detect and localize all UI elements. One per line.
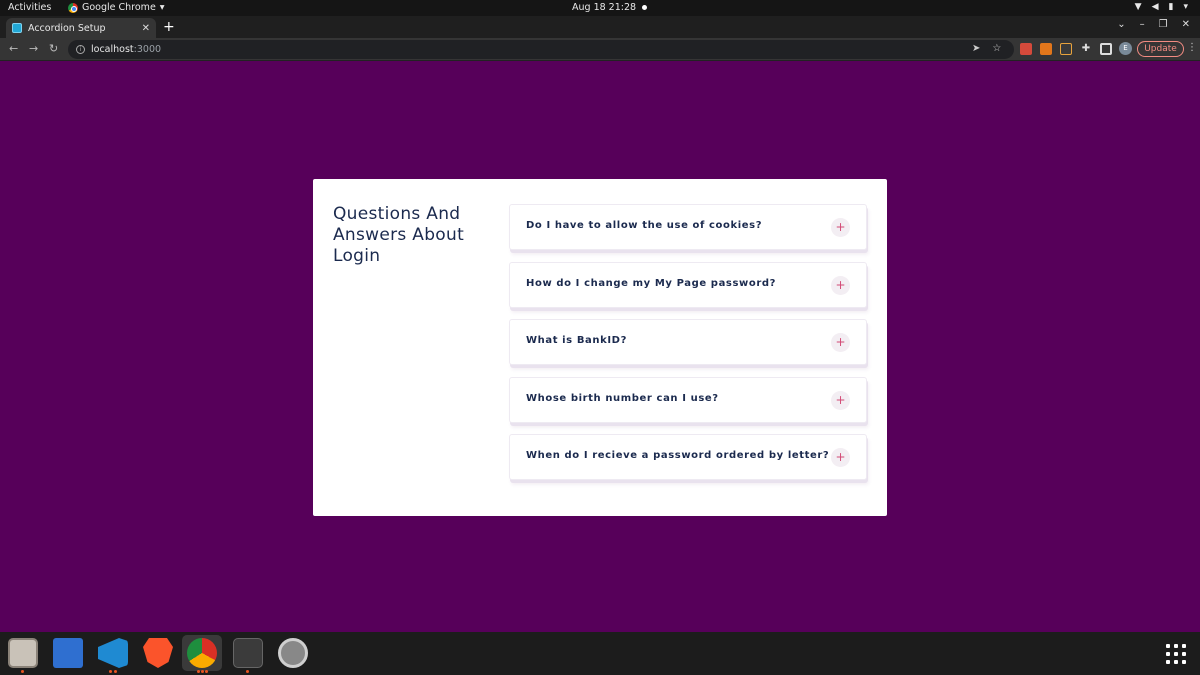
expand-plus-icon[interactable]: +: [831, 448, 850, 467]
extension-red-icon[interactable]: [1020, 43, 1032, 55]
page-title: Questions And Answers About Login: [333, 204, 465, 266]
show-applications-icon[interactable]: [1166, 644, 1186, 664]
bookmark-star-icon[interactable]: ☆: [992, 43, 1001, 54]
reload-icon[interactable]: ↻: [49, 42, 58, 55]
faq-question: Whose birth number can I use?: [526, 392, 719, 404]
app-menu-label: Google Chrome: [82, 2, 156, 13]
system-tray[interactable]: ▼ ◀ ▮ ▾: [1135, 2, 1188, 12]
tab-strip: Accordion Setup ✕ + ⌄ – ❐ ✕: [0, 16, 1200, 38]
faq-card: Questions And Answers About Login Do I h…: [313, 179, 887, 516]
chevron-down-icon: ▾: [159, 2, 165, 13]
omnibox-actions: ➤ ☆: [972, 43, 1001, 54]
text-editor-icon[interactable]: [53, 638, 83, 668]
dock: [0, 632, 1200, 675]
running-indicator: [246, 670, 249, 673]
maximize-icon[interactable]: ❐: [1159, 19, 1168, 30]
vscode-icon[interactable]: [98, 638, 128, 668]
faq-item-birth-number[interactable]: Whose birth number can I use? +: [509, 376, 867, 423]
expand-plus-icon[interactable]: +: [831, 390, 850, 410]
new-tab-button[interactable]: +: [163, 18, 175, 36]
faq-question: How do I change my My Page password?: [526, 277, 777, 289]
running-indicator: [109, 670, 112, 673]
profile-avatar[interactable]: E: [1119, 42, 1132, 55]
faq-item-password[interactable]: How do I change my My Page password? +: [509, 261, 867, 308]
running-indicator: [114, 670, 117, 673]
send-to-device-icon[interactable]: ➤: [972, 43, 980, 54]
favicon-icon: [12, 23, 22, 33]
chrome-icon: [68, 2, 78, 13]
faq-accordion: Do I have to allow the use of cookies? +…: [509, 204, 867, 492]
minimize-icon[interactable]: –: [1140, 19, 1145, 30]
clock[interactable]: Aug 18 21:28: [572, 2, 648, 13]
faq-item-letter-password[interactable]: When do I recieve a password ordered by …: [509, 434, 867, 480]
battery-icon: ▮: [1168, 2, 1174, 12]
faq-question: When do I recieve a password ordered by …: [526, 450, 830, 461]
metamask-icon[interactable]: [1040, 43, 1052, 55]
wifi-icon: ▼: [1134, 2, 1142, 12]
files-icon[interactable]: [8, 638, 38, 668]
faq-question: Do I have to allow the use of cookies?: [526, 220, 763, 231]
notification-dot-icon: [642, 5, 648, 10]
browser-tab[interactable]: Accordion Setup ✕: [6, 18, 156, 38]
url-port: :3000: [133, 44, 162, 55]
running-indicator: [205, 670, 208, 673]
side-panel-icon[interactable]: [1100, 43, 1112, 55]
tab-search-icon[interactable]: ⌄: [1117, 19, 1125, 30]
url-host: localhost: [91, 44, 134, 55]
running-indicator: [201, 670, 204, 673]
close-tab-icon[interactable]: ✕: [142, 23, 150, 34]
forward-icon[interactable]: →: [29, 42, 38, 55]
volume-icon: ◀: [1151, 2, 1159, 12]
address-bar[interactable]: i localhost:3000: [68, 40, 1014, 59]
system-top-bar: Activities Google Chrome ▾ Aug 18 21:28 …: [0, 0, 1200, 16]
running-indicator: [197, 670, 200, 673]
faq-question: What is BankID?: [526, 335, 627, 346]
expand-plus-icon[interactable]: +: [831, 275, 850, 295]
brave-icon[interactable]: [143, 638, 173, 668]
close-window-icon[interactable]: ✕: [1182, 19, 1190, 30]
clock-label: Aug 18 21:28: [572, 2, 637, 13]
window-controls: ⌄ – ❐ ✕: [1117, 19, 1190, 30]
site-info-icon[interactable]: i: [76, 45, 85, 54]
back-icon[interactable]: ←: [9, 42, 18, 55]
extension-l-icon[interactable]: [1060, 43, 1072, 55]
expand-plus-icon[interactable]: +: [831, 333, 850, 352]
menu-kebab-icon[interactable]: ⋮: [1187, 42, 1197, 53]
chrome-icon[interactable]: [187, 638, 217, 668]
settings-icon[interactable]: [278, 638, 308, 668]
activities-button[interactable]: Activities: [8, 2, 51, 13]
terminal-icon[interactable]: [233, 638, 263, 668]
running-indicator: [21, 670, 24, 673]
app-menu[interactable]: Google Chrome ▾: [68, 2, 165, 13]
extensions-puzzle-icon[interactable]: ✚: [1080, 43, 1092, 55]
power-menu-icon: ▾: [1183, 2, 1188, 12]
faq-item-bankid[interactable]: What is BankID? +: [509, 319, 867, 365]
tab-title: Accordion Setup: [28, 22, 106, 34]
expand-plus-icon[interactable]: +: [831, 218, 850, 237]
faq-item-cookies[interactable]: Do I have to allow the use of cookies? +: [509, 204, 867, 250]
update-button[interactable]: Update: [1137, 41, 1184, 57]
